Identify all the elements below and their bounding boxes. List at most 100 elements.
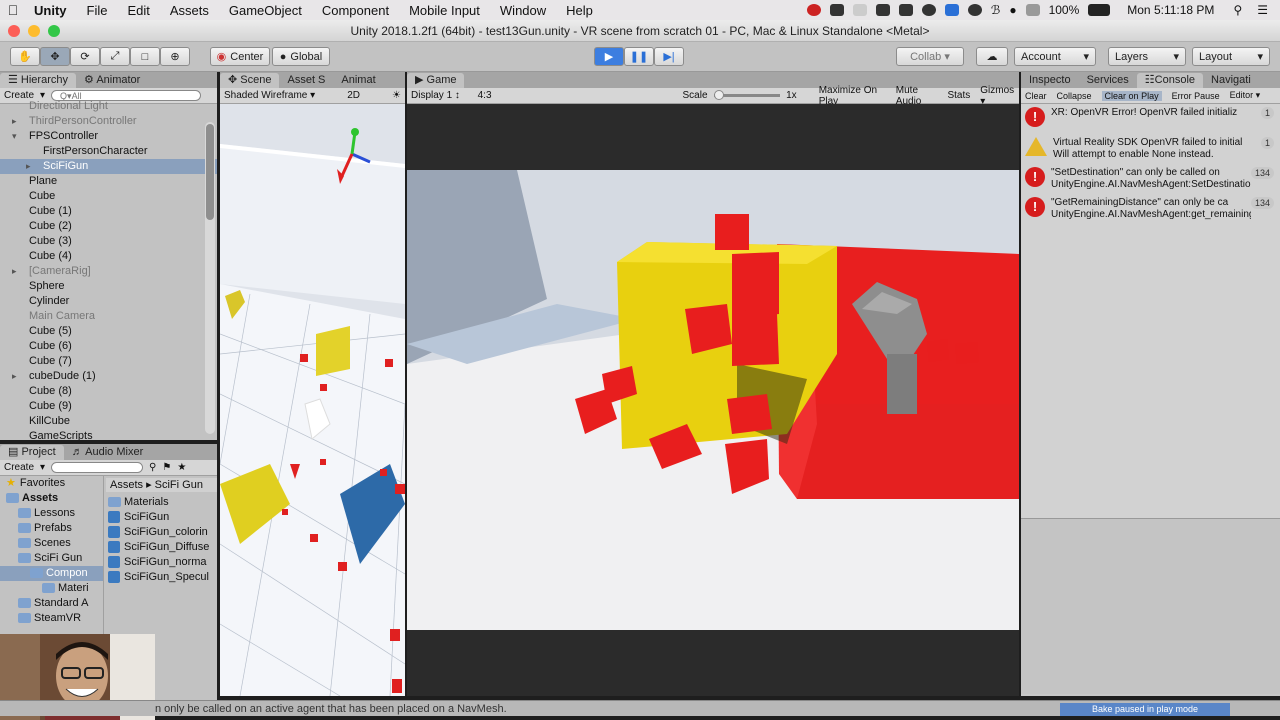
spotlight-search-icon[interactable]: ⚲ — [1233, 3, 1242, 17]
menu-edit[interactable]: Edit — [119, 3, 161, 18]
apple-icon[interactable]:  — [0, 2, 26, 18]
hierarchy-item[interactable]: ▸ SciFiGun — [0, 159, 217, 174]
close-window-button[interactable] — [8, 25, 20, 37]
console-error-pause-button[interactable]: Error Pause — [1172, 91, 1220, 101]
project-file-item[interactable]: SciFiGun — [108, 510, 217, 525]
play-button[interactable]: ▶ — [594, 47, 624, 66]
shading-mode-dropdown[interactable]: Shaded Wireframe ▾ — [224, 90, 315, 101]
bluetooth-icon[interactable]: ℬ — [991, 3, 1000, 17]
hierarchy-item[interactable]: Plane — [0, 174, 217, 189]
menu-mobile-input[interactable]: Mobile Input — [401, 3, 492, 18]
hand-tool-button[interactable]: ✋ — [10, 47, 40, 66]
layout-dropdown[interactable]: Layout ▾ — [1192, 47, 1270, 66]
rotate-tool-button[interactable]: ⟳ — [70, 47, 100, 66]
tab-console[interactable]: ☷Console — [1136, 73, 1204, 88]
menu-assets[interactable]: Assets — [162, 3, 221, 18]
hierarchy-item[interactable]: Main Camera — [0, 309, 217, 324]
notification-center-icon[interactable]: ☰ — [1257, 3, 1268, 17]
menu-component[interactable]: Component — [314, 3, 401, 18]
tab-audio-mixer[interactable]: ♬ Audio Mixer — [64, 445, 152, 460]
project-file-item[interactable]: SciFiGun_Diffuse — [108, 540, 217, 555]
project-tree-item[interactable]: Lessons — [0, 506, 103, 521]
tab-services[interactable]: Services — [1079, 73, 1137, 88]
hierarchy-item[interactable]: ▸ cubeDude (1) — [0, 369, 217, 384]
hierarchy-scroll-thumb[interactable] — [206, 124, 214, 220]
game-viewport[interactable] — [407, 104, 1019, 696]
project-tree-item[interactable]: Standard A — [0, 596, 103, 611]
console-collapse-button[interactable]: Collapse — [1057, 91, 1092, 101]
tab-scene[interactable]: ✥ Scene — [220, 73, 280, 88]
tab-game[interactable]: ▶ Game — [407, 73, 465, 88]
hierarchy-item[interactable]: Cube (6) — [0, 339, 217, 354]
menu-app[interactable]: Unity — [26, 3, 79, 18]
tab-animation[interactable]: Animat — [333, 73, 383, 88]
project-tree-item[interactable]: Assets — [0, 491, 103, 506]
tab-animator[interactable]: ⚙ Animator — [76, 73, 148, 88]
hierarchy-item[interactable]: Cube (4) — [0, 249, 217, 264]
tab-inspector[interactable]: Inspecto — [1021, 73, 1079, 88]
layers-dropdown[interactable]: Layers ▾ — [1108, 47, 1186, 66]
hierarchy-item[interactable]: Cube (8) — [0, 384, 217, 399]
tab-navigation[interactable]: Navigati — [1203, 73, 1259, 88]
project-tree-item[interactable]: Prefabs — [0, 521, 103, 536]
pause-button[interactable]: ❚❚ — [624, 47, 654, 66]
battery-percent[interactable]: 100% — [1049, 3, 1080, 17]
console-message[interactable]: ! XR: OpenVR Error! OpenVR failed initial… — [1021, 104, 1280, 134]
collab-dropdown[interactable]: Collab ▾ — [896, 47, 964, 66]
project-tree-item[interactable]: Scenes — [0, 536, 103, 551]
clock[interactable]: Mon 5:11:18 PM — [1127, 3, 1214, 17]
project-tree-item[interactable]: Compon — [0, 566, 103, 581]
hierarchy-item[interactable]: KillCube — [0, 414, 217, 429]
volume-icon[interactable] — [1025, 4, 1040, 16]
move-tool-button[interactable]: ✥ — [40, 47, 70, 66]
filter-by-type-icon[interactable]: ⚲ — [149, 462, 156, 473]
hierarchy-item[interactable]: Cylinder — [0, 294, 217, 309]
expand-arrow-icon[interactable]: ▸ — [26, 159, 43, 174]
screen-share-icon[interactable] — [944, 4, 959, 16]
hierarchy-item[interactable]: Cube (3) — [0, 234, 217, 249]
hierarchy-item[interactable]: Cube (1) — [0, 204, 217, 219]
account-dropdown[interactable]: Account ▾ — [1014, 47, 1096, 66]
console-message[interactable]: ! "GetRemainingDistance" can only be ca Un… — [1021, 194, 1280, 224]
drop-icon[interactable] — [898, 4, 913, 16]
hierarchy-item[interactable]: Cube (7) — [0, 354, 217, 369]
project-file-item[interactable]: SciFiGun_norma — [108, 555, 217, 570]
console-editor-dropdown[interactable]: Editor ▾ — [1230, 90, 1261, 101]
hierarchy-item[interactable]: Directional Light — [0, 99, 217, 114]
rect-tool-button[interactable]: □ — [130, 47, 160, 66]
toggle-2d-button[interactable]: 2D — [347, 90, 360, 101]
console-clear-on-play-button[interactable]: Clear on Play — [1101, 90, 1162, 101]
pivot-center-toggle[interactable]: ◉ Center — [210, 47, 270, 66]
maximize-on-play-toggle[interactable]: Maximize On Play — [819, 85, 886, 107]
display-dropdown[interactable]: Display 1 ↕ — [411, 90, 478, 101]
hierarchy-item[interactable]: ▸ ThirdPersonController — [0, 114, 217, 129]
hierarchy-item[interactable]: ▾ FPSController — [0, 129, 217, 144]
lighting-toggle-icon[interactable]: ☀ — [392, 90, 401, 101]
tab-asset-store[interactable]: Asset S — [279, 73, 333, 88]
scale-slider-thumb[interactable] — [713, 90, 724, 100]
console-message[interactable]: Virtual Reality SDK OpenVR failed to ini… — [1021, 134, 1280, 164]
project-create-button[interactable]: Create — [4, 462, 34, 473]
scene-viewport[interactable] — [220, 104, 405, 696]
display-icon[interactable] — [875, 4, 890, 16]
minimize-window-button[interactable] — [28, 25, 40, 37]
pivot-global-toggle[interactable]: ● Global — [272, 47, 330, 66]
sync-icon[interactable] — [852, 4, 867, 16]
menu-window[interactable]: Window — [492, 3, 558, 18]
hierarchy-item[interactable]: Sphere — [0, 279, 217, 294]
expand-arrow-icon[interactable]: ▸ — [12, 264, 29, 279]
breadcrumb-scifi-gun[interactable]: SciFi Gun — [155, 479, 203, 491]
step-button[interactable]: ▶| — [654, 47, 684, 66]
status-message[interactable]: n only be called on an active agent that… — [155, 701, 507, 717]
hierarchy-item[interactable]: GameScripts — [0, 429, 217, 440]
menu-help[interactable]: Help — [558, 3, 605, 18]
expand-arrow-icon[interactable]: ▸ — [12, 369, 29, 384]
transform-tool-button[interactable]: ⊕ — [160, 47, 190, 66]
hierarchy-item[interactable]: Cube — [0, 189, 217, 204]
menu-gameobject[interactable]: GameObject — [221, 3, 314, 18]
app-tray-icon[interactable] — [806, 4, 821, 16]
console-clear-button[interactable]: Clear — [1025, 91, 1047, 101]
favorite-star-icon[interactable]: ★ — [177, 462, 186, 473]
zoom-window-button[interactable] — [48, 25, 60, 37]
aspect-dropdown[interactable]: 4:3 — [478, 90, 603, 101]
